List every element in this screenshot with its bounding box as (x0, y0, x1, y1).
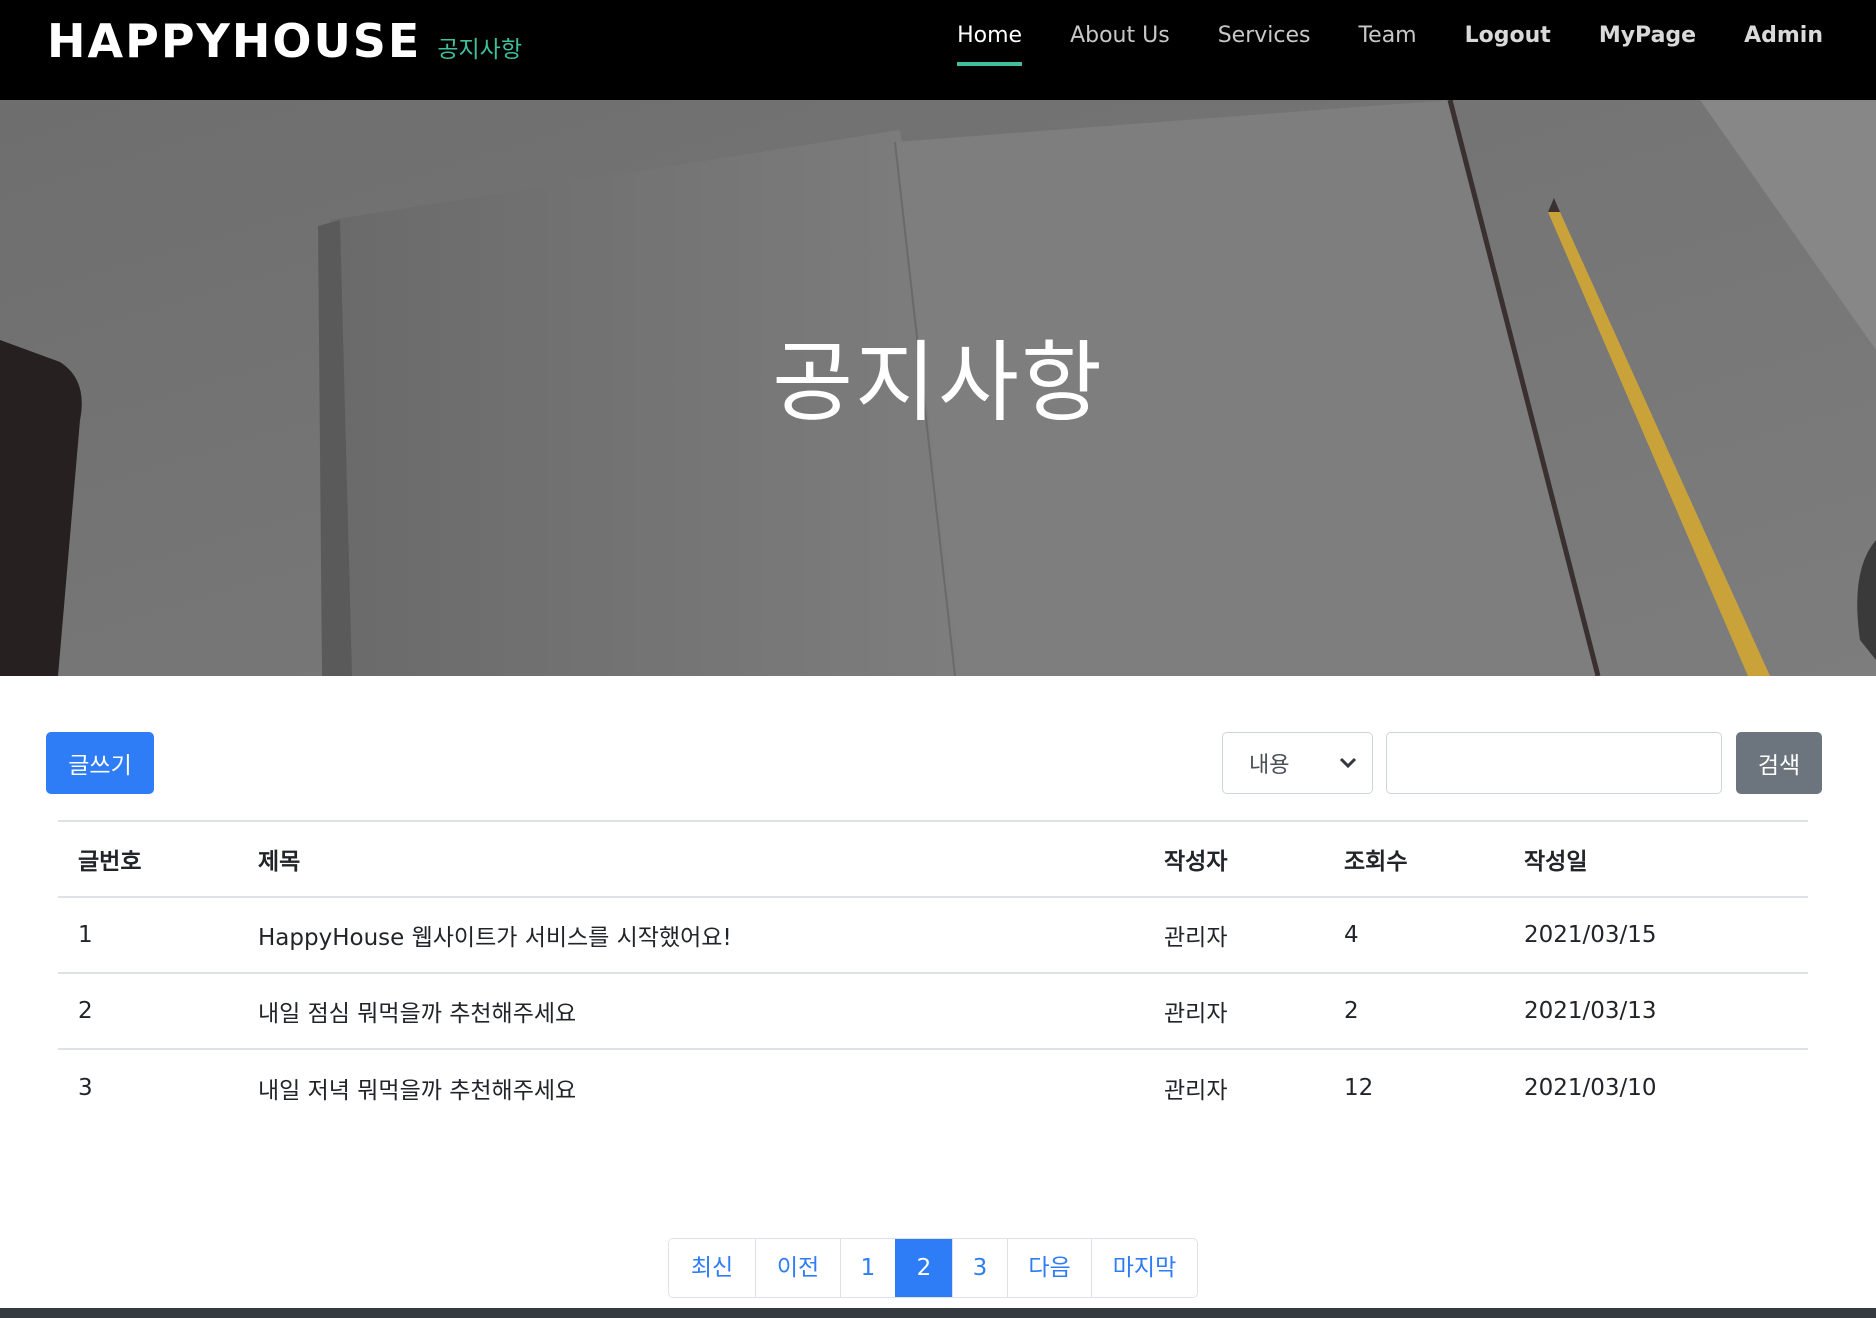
header-date: 작성일 (1504, 820, 1808, 898)
nav-item-services[interactable]: Services (1218, 0, 1311, 100)
search-button[interactable]: 검색 (1736, 732, 1822, 794)
row-title-link[interactable]: 내일 저녁 뭐먹을까 추천해주세요 (238, 1048, 1144, 1125)
row-writer: 관리자 (1144, 896, 1324, 973)
nav-item-home[interactable]: Home (957, 0, 1022, 100)
nav-item-team[interactable]: Team (1358, 0, 1416, 100)
nav-item-about-us[interactable]: About Us (1070, 0, 1170, 100)
page-last-button[interactable]: 마지막 (1091, 1239, 1197, 1297)
table-row[interactable]: 1 HappyHouse 웹사이트가 서비스를 시작했어요! 관리자 4 202… (58, 896, 1808, 973)
page-3-button[interactable]: 3 (952, 1239, 1007, 1297)
row-title-link[interactable]: HappyHouse 웹사이트가 서비스를 시작했어요! (238, 896, 1144, 973)
notice-table: 글번호 제목 작성자 조회수 작성일 1 HappyHouse 웹사이트가 서비… (58, 820, 1808, 1125)
chevron-down-icon (1339, 757, 1357, 769)
search-field-select[interactable]: 내용 (1222, 732, 1373, 794)
row-no: 2 (58, 972, 238, 1049)
nav-item-admin[interactable]: Admin (1744, 0, 1823, 100)
table-row[interactable]: 2 내일 점심 뭐먹을까 추천해주세요 관리자 2 2021/03/13 (58, 972, 1808, 1049)
nav-menu: Home About Us Services Team Logout MyPag… (909, 0, 1823, 100)
pagination: 최신 이전 1 2 3 다음 마지막 (668, 1238, 1198, 1298)
row-hits: 2 (1324, 972, 1504, 1049)
header-hits: 조회수 (1324, 820, 1504, 898)
nav-item-mypage[interactable]: MyPage (1599, 0, 1696, 100)
write-post-button[interactable]: 글쓰기 (46, 732, 154, 794)
header-writer: 작성자 (1144, 820, 1324, 898)
top-navbar: HAPPYHOUSE 공지사항 Home About Us Services T… (0, 0, 1876, 100)
header-title: 제목 (238, 820, 1144, 898)
page-2-button[interactable]: 2 (895, 1239, 952, 1297)
search-field-selected: 내용 (1249, 753, 1290, 778)
table-row[interactable]: 3 내일 저녁 뭐먹을까 추천해주세요 관리자 12 2021/03/10 (58, 1048, 1808, 1125)
row-no: 3 (58, 1048, 238, 1125)
brand-title[interactable]: HAPPYHOUSE (47, 14, 421, 68)
hero-title: 공지사항 (772, 331, 1104, 434)
row-date: 2021/03/13 (1504, 972, 1808, 1049)
row-hits: 12 (1324, 1048, 1504, 1125)
header-no: 글번호 (58, 820, 238, 898)
table-header-row: 글번호 제목 작성자 조회수 작성일 (58, 820, 1808, 898)
row-writer: 관리자 (1144, 1048, 1324, 1125)
row-date: 2021/03/15 (1504, 896, 1808, 973)
row-title-link[interactable]: 내일 점심 뭐먹을까 추천해주세요 (238, 972, 1144, 1049)
brand[interactable]: HAPPYHOUSE 공지사항 (47, 14, 522, 68)
row-hits: 4 (1324, 896, 1504, 973)
row-writer: 관리자 (1144, 972, 1324, 1049)
brand-subtitle: 공지사항 (437, 37, 522, 63)
nav-item-logout[interactable]: Logout (1465, 0, 1551, 100)
row-date: 2021/03/10 (1504, 1048, 1808, 1125)
footer-strip (0, 1308, 1876, 1318)
search-input[interactable] (1386, 732, 1722, 794)
page-next-button[interactable]: 다음 (1007, 1239, 1091, 1297)
page-prev-button[interactable]: 이전 (755, 1239, 840, 1297)
page-newest-button[interactable]: 최신 (669, 1239, 755, 1297)
hero-banner: 공지사항 (0, 100, 1876, 676)
row-no: 1 (58, 896, 238, 973)
page-1-button[interactable]: 1 (840, 1239, 895, 1297)
